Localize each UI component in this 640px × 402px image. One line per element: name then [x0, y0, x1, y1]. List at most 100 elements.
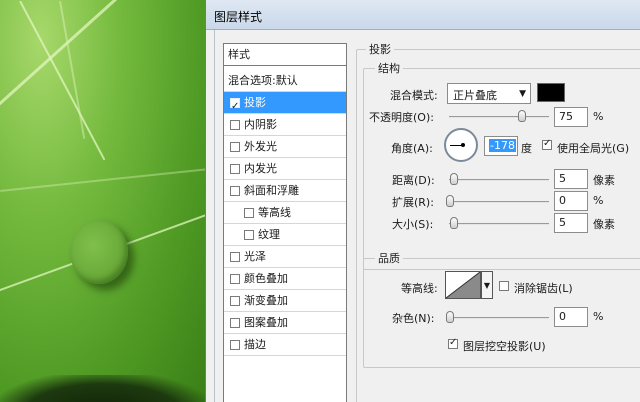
size-label: 大小(S):: [392, 218, 434, 231]
list-item-label: 光泽: [244, 250, 266, 263]
list-item-gradient-overlay[interactable]: 渐变叠加: [224, 290, 346, 312]
inner-shadow-checkbox[interactable]: [230, 120, 240, 130]
spread-unit: %: [593, 194, 604, 207]
contour-curve-icon: [446, 272, 480, 298]
spread-input[interactable]: 0: [554, 191, 588, 211]
blend-mode-value: 正片叠底: [453, 89, 497, 102]
size-slider-thumb[interactable]: [450, 217, 458, 229]
background-photo: [0, 0, 205, 402]
layer-style-dialog: 图层样式 样式 混合选项:默认 投影 内阴影 外发光: [205, 0, 640, 402]
list-item-label: 纹理: [258, 228, 280, 241]
size-unit: 像素: [593, 218, 615, 231]
contour-dropdown-button[interactable]: ▼: [481, 271, 493, 299]
opacity-slider[interactable]: [449, 116, 549, 118]
list-item-label: 图案叠加: [244, 316, 288, 329]
angle-input[interactable]: -178: [484, 136, 518, 156]
list-item-stroke[interactable]: 描边: [224, 334, 346, 356]
list-item-label: 渐变叠加: [244, 294, 288, 307]
inner-glow-checkbox[interactable]: [230, 164, 240, 174]
dialog-title: 图层样式: [214, 10, 263, 24]
shadow-region: [0, 375, 205, 402]
drop-shadow-checkbox[interactable]: [230, 96, 240, 117]
size-input[interactable]: 5: [554, 213, 588, 233]
gradient-overlay-checkbox[interactable]: [230, 296, 240, 306]
blend-mode-label: 混合模式:: [390, 89, 438, 102]
distance-label: 距离(D):: [392, 174, 435, 187]
contour-preview[interactable]: [445, 271, 481, 299]
list-item-inner-glow[interactable]: 内发光: [224, 158, 346, 180]
list-item-label: 外发光: [244, 140, 277, 153]
structure-title: 结构: [375, 60, 403, 76]
list-item-pattern-overlay[interactable]: 图案叠加: [224, 312, 346, 334]
noise-input[interactable]: 0: [554, 307, 588, 327]
leaf-vein: [0, 0, 175, 123]
styles-list: 样式 混合选项:默认 投影 内阴影 外发光 内发光: [223, 43, 347, 402]
blend-options-item[interactable]: 混合选项:默认: [224, 70, 346, 92]
texture-checkbox[interactable]: [244, 230, 254, 240]
list-item-label: 斜面和浮雕: [244, 184, 299, 197]
opacity-unit: %: [593, 110, 604, 123]
anti-alias-label: 消除锯齿(L): [514, 282, 573, 295]
shadow-color-swatch[interactable]: [537, 83, 565, 102]
opacity-input[interactable]: 75: [554, 107, 588, 127]
blend-mode-select[interactable]: 正片叠底 ▼: [447, 83, 531, 104]
size-slider[interactable]: [449, 223, 549, 225]
color-overlay-checkbox[interactable]: [230, 274, 240, 284]
global-light-label: 使用全局光(G): [557, 142, 630, 155]
outer-glow-checkbox[interactable]: [230, 142, 240, 152]
list-item-label: 描边: [244, 338, 266, 351]
stroke-checkbox[interactable]: [230, 340, 240, 350]
spread-slider[interactable]: [449, 201, 549, 203]
list-item-contour[interactable]: 等高线: [224, 202, 346, 224]
chevron-down-icon: ▼: [483, 281, 491, 290]
leaf-vein: [59, 0, 86, 140]
spread-label: 扩展(R):: [392, 196, 434, 209]
distance-input[interactable]: 5: [554, 169, 588, 189]
list-item-label: 颜色叠加: [244, 272, 288, 285]
list-item-color-overlay[interactable]: 颜色叠加: [224, 268, 346, 290]
angle-dial[interactable]: [444, 128, 478, 162]
noise-unit: %: [593, 310, 604, 323]
angle-label: 角度(A):: [391, 142, 433, 155]
chevron-down-icon: ▼: [519, 89, 526, 99]
list-item-drop-shadow[interactable]: 投影: [224, 92, 346, 117]
styles-header[interactable]: 样式: [224, 44, 346, 66]
noise-label: 杂色(N):: [392, 312, 435, 325]
opacity-slider-thumb[interactable]: [518, 110, 526, 122]
anti-alias-checkbox[interactable]: [499, 281, 509, 291]
distance-value: 5: [559, 172, 566, 185]
list-item-texture[interactable]: 纹理: [224, 224, 346, 246]
noise-slider[interactable]: [449, 317, 549, 319]
satin-checkbox[interactable]: [230, 252, 240, 262]
list-item-outer-glow[interactable]: 外发光: [224, 136, 346, 158]
angle-value: -178: [489, 139, 516, 152]
pattern-overlay-checkbox[interactable]: [230, 318, 240, 328]
distance-slider-thumb[interactable]: [450, 173, 458, 185]
contour-checkbox[interactable]: [244, 208, 254, 218]
list-item-label: 内发光: [244, 162, 277, 175]
contour-label: 等高线:: [401, 282, 438, 295]
global-light-checkbox[interactable]: [542, 138, 552, 150]
bevel-emboss-checkbox[interactable]: [230, 186, 240, 196]
noise-value: 0: [559, 310, 566, 323]
blend-options-label: 混合选项:默认: [228, 74, 298, 87]
quality-title: 品质: [375, 250, 403, 266]
drop-shadow-title: 投影: [366, 41, 394, 57]
list-item-inner-shadow[interactable]: 内阴影: [224, 114, 346, 136]
list-item-satin[interactable]: 光泽: [224, 246, 346, 268]
list-item-label: 内阴影: [244, 118, 277, 131]
size-value: 5: [559, 216, 566, 229]
distance-unit: 像素: [593, 174, 615, 187]
noise-slider-thumb[interactable]: [446, 311, 454, 323]
angle-unit: 度: [521, 142, 532, 155]
dialog-body: 样式 混合选项:默认 投影 内阴影 外发光 内发光: [214, 30, 640, 402]
knockout-checkbox[interactable]: [448, 337, 458, 349]
opacity-value: 75: [559, 110, 573, 123]
opacity-label: 不透明度(O):: [369, 111, 434, 124]
list-item-label: 等高线: [258, 206, 291, 219]
spread-slider-thumb[interactable]: [446, 195, 454, 207]
title-bar[interactable]: 图层样式: [206, 0, 640, 30]
list-item-bevel-emboss[interactable]: 斜面和浮雕: [224, 180, 346, 202]
water-drop: [70, 220, 128, 284]
distance-slider[interactable]: [449, 179, 549, 181]
